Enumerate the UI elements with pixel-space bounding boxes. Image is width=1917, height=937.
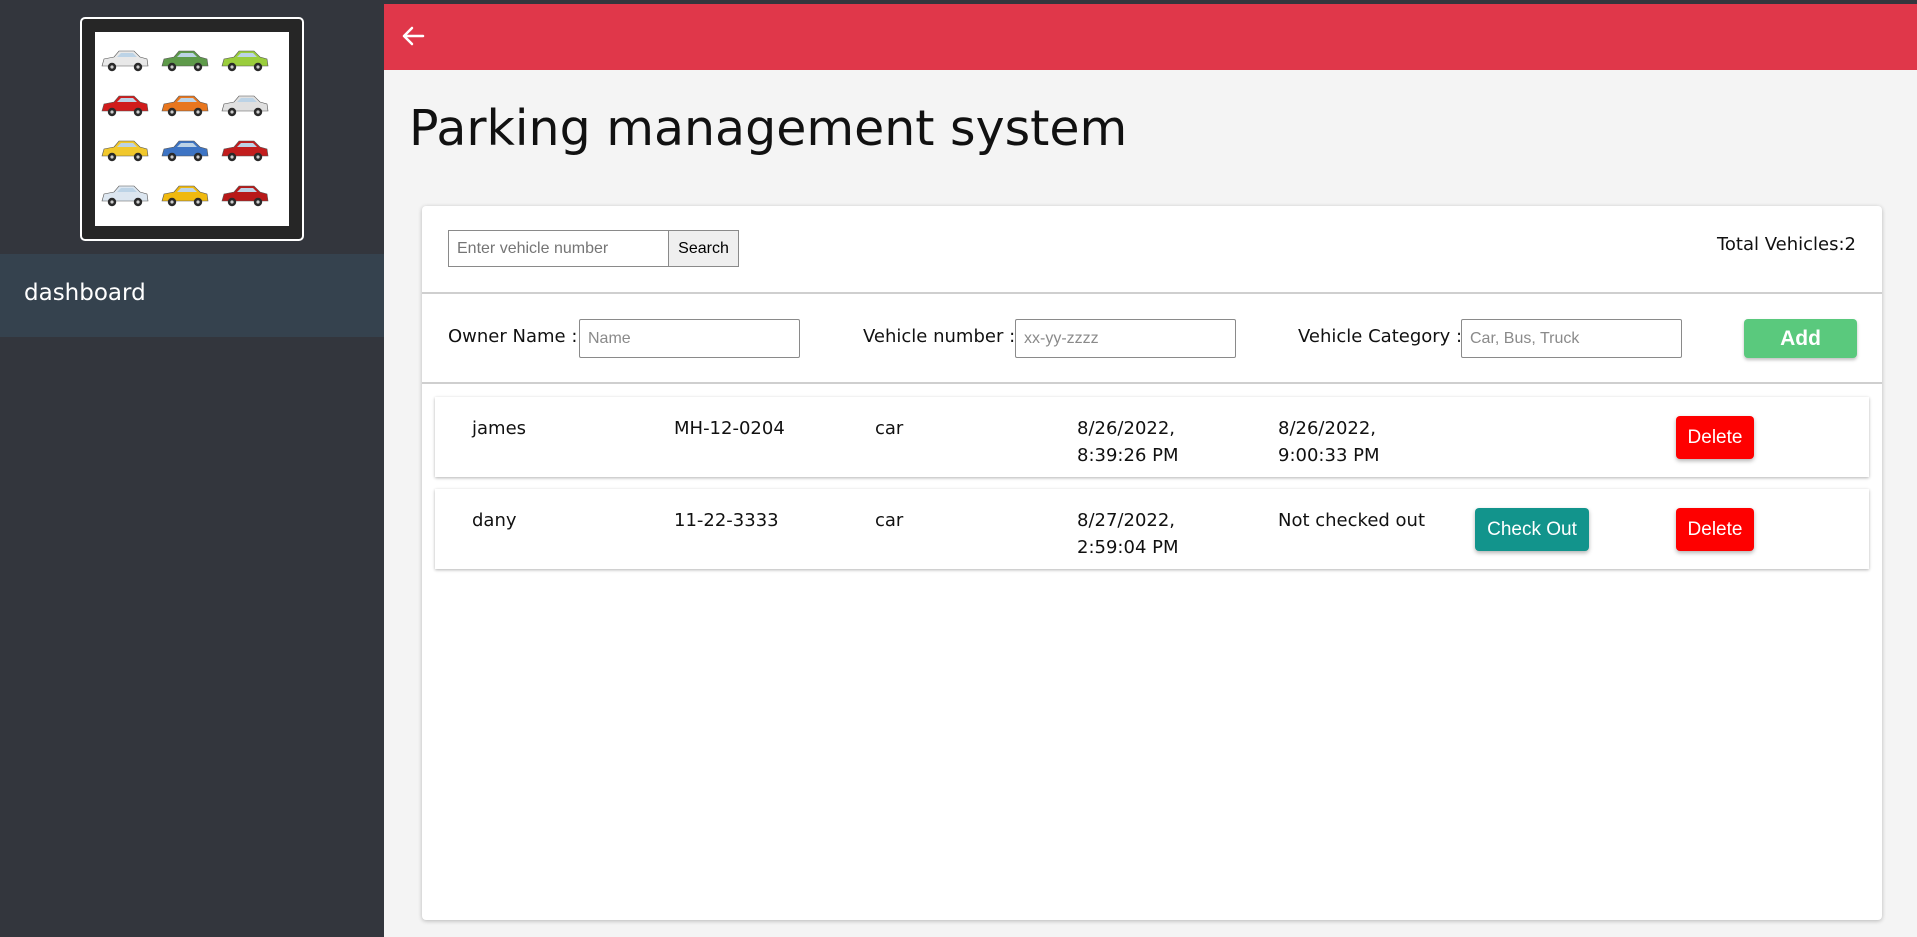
search-button[interactable]: Search xyxy=(668,230,739,267)
car-icon xyxy=(161,140,209,162)
page-title: Parking management system xyxy=(409,100,1128,157)
car-icon xyxy=(221,140,269,162)
owner-name: james xyxy=(472,418,527,439)
checkout-time-text: 9:00:33 PM xyxy=(1278,445,1380,466)
sidebar-item-label: dashboard xyxy=(24,280,146,306)
total-vehicles-count: Total Vehicles:2 xyxy=(1716,234,1856,255)
car-icon xyxy=(221,50,269,72)
checkin-time-text: 8:39:26 PM xyxy=(1077,445,1179,466)
owner-name-input[interactable] xyxy=(579,319,800,358)
checkin-time-text: 2:59:04 PM xyxy=(1077,537,1179,558)
vehicle-category: car xyxy=(875,510,904,531)
car-icon xyxy=(101,185,149,207)
delete-button[interactable]: Delete xyxy=(1676,508,1754,551)
vehicle-category: car xyxy=(875,418,904,439)
car-icon xyxy=(221,95,269,117)
car-icon xyxy=(101,95,149,117)
sidebar-item-dashboard[interactable]: dashboard xyxy=(0,254,384,337)
owner-name-label: Owner Name : xyxy=(448,326,578,347)
vehicle-category-input[interactable] xyxy=(1461,319,1682,358)
add-button[interactable]: Add xyxy=(1744,319,1857,358)
cars-logo-image xyxy=(95,32,289,226)
car-icon xyxy=(101,140,149,162)
logo-frame xyxy=(80,17,304,241)
checkin-date-text: 8/26/2022, xyxy=(1077,418,1176,439)
vehicle-category-label: Vehicle Category : xyxy=(1298,326,1463,347)
table-row: james MH-12-0204 car 8/26/2022, 8:39:26 … xyxy=(435,397,1869,477)
owner-name: dany xyxy=(472,510,517,531)
table-row: dany 11-22-3333 car 8/27/2022, 2:59:04 P… xyxy=(435,489,1869,569)
divider xyxy=(422,292,1882,294)
vehicle-number-input[interactable] xyxy=(1015,319,1236,358)
checkout-status: Not checked out xyxy=(1278,510,1426,531)
search-input[interactable] xyxy=(448,230,669,267)
checkin-time: 8/27/2022, 2:59:04 PM xyxy=(1077,507,1179,561)
vehicle-number: MH-12-0204 xyxy=(674,418,785,439)
cars-logo-icon xyxy=(101,50,269,207)
check-out-button[interactable]: Check Out xyxy=(1475,508,1589,551)
divider xyxy=(422,382,1882,384)
header-bar xyxy=(384,4,1917,70)
car-icon xyxy=(101,50,149,72)
vehicle-number-label: Vehicle number : xyxy=(863,326,1016,347)
checkout-date-text: 8/26/2022, xyxy=(1278,418,1377,439)
checkout-time: 8/26/2022, 9:00:33 PM xyxy=(1278,415,1380,469)
arrow-left-icon[interactable] xyxy=(398,21,428,51)
delete-button[interactable]: Delete xyxy=(1676,416,1754,459)
sidebar: dashboard xyxy=(0,0,384,937)
car-icon xyxy=(161,95,209,117)
checkin-date-text: 8/27/2022, xyxy=(1077,510,1176,531)
vehicle-number: 11-22-3333 xyxy=(674,510,779,531)
car-icon xyxy=(161,50,209,72)
vehicle-card: Search Total Vehicles:2 Owner Name : Veh… xyxy=(422,206,1882,920)
checkin-time: 8/26/2022, 8:39:26 PM xyxy=(1077,415,1179,469)
car-icon xyxy=(221,185,269,207)
car-icon xyxy=(161,185,209,207)
